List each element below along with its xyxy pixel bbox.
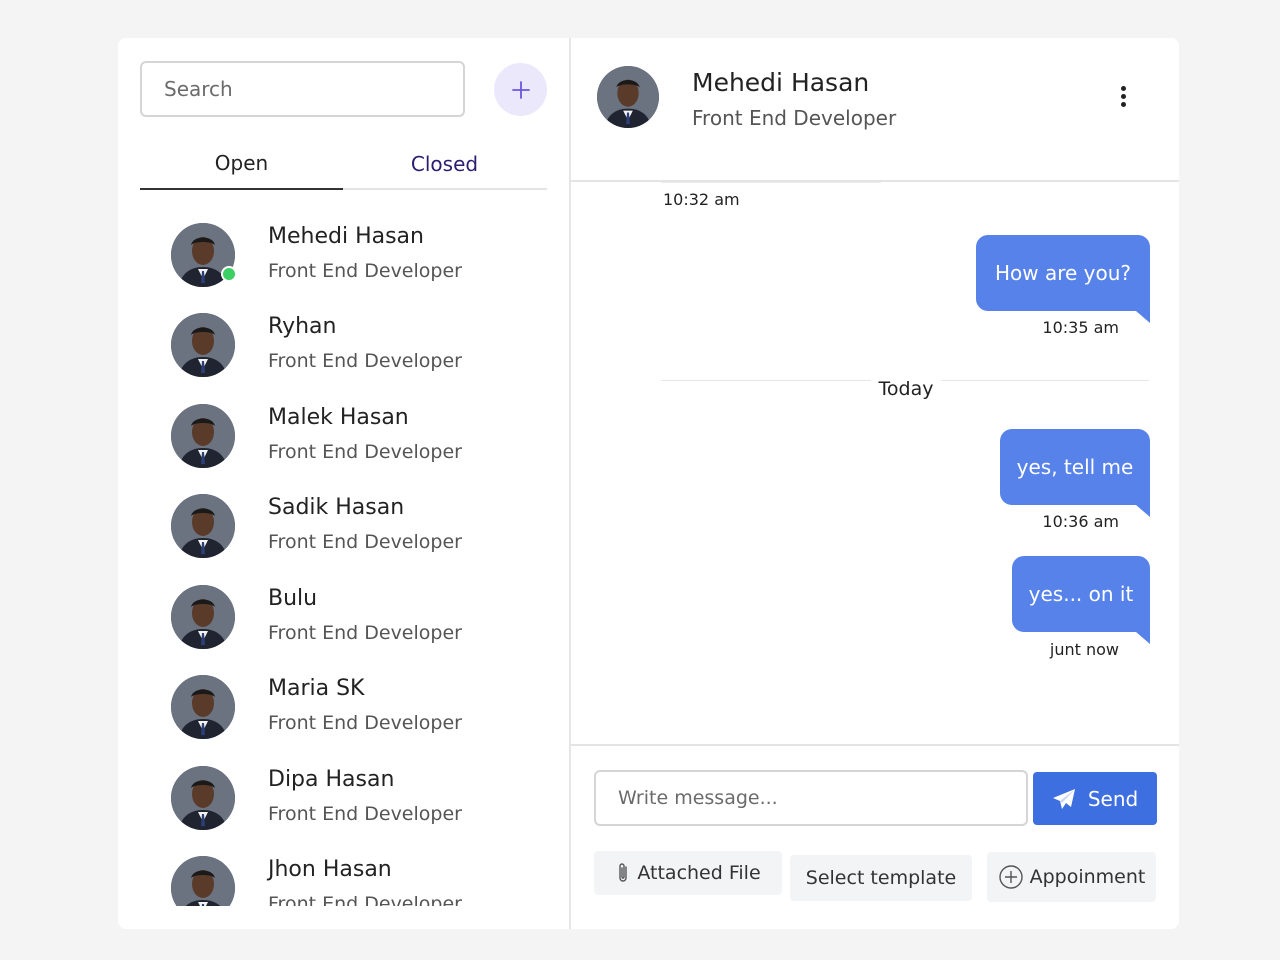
contact-name: Maria SK (268, 676, 365, 701)
message-time: junt now (1049, 640, 1119, 659)
more-options-button[interactable] (1109, 78, 1137, 114)
contact-item-dipa-hasan[interactable]: Dipa Hasan Front End Developer (118, 753, 569, 833)
message-bubble-outgoing: yes... on it (1012, 556, 1150, 644)
message-list: 10:32 am How are you? 10:35 am Today yes… (571, 182, 1179, 744)
sidebar: Open Closed Mehedi Hasan Front End Devel… (118, 38, 571, 929)
plus-icon (511, 80, 530, 99)
online-status-dot (221, 266, 237, 282)
send-label: Send (1087, 786, 1139, 811)
contact-role: Front End Developer (268, 622, 462, 644)
conversation-tabs: Open Closed (140, 138, 547, 190)
avatar (597, 66, 659, 128)
contact-name: Mehedi Hasan (268, 224, 424, 249)
contact-name: Bulu (268, 586, 318, 611)
more-vertical-icon (1120, 85, 1126, 91)
send-icon (1052, 788, 1075, 809)
contact-role: Front End Developer (268, 803, 462, 825)
avatar (171, 856, 235, 906)
message-composer: Send Attached File Select template Appoi… (571, 744, 1179, 929)
contact-role: Front End Developer (268, 441, 462, 463)
send-button[interactable]: Send (1033, 772, 1157, 825)
appointment-button[interactable]: Appoinment (987, 852, 1156, 902)
paperclip-icon (619, 863, 628, 882)
tab-closed[interactable]: Closed (343, 138, 546, 190)
contact-item-ryhan[interactable]: Ryhan Front End Developer (118, 300, 569, 380)
add-conversation-button[interactable] (494, 63, 547, 116)
contact-item-jhon-hasan[interactable]: Jhon Hasan Front End Developer (118, 843, 569, 906)
chat-contact-name: Mehedi Hasan (692, 68, 870, 97)
chat-panel: Mehedi Hasan Front End Developer 10:32 a… (571, 38, 1179, 929)
plus-circle-icon (998, 865, 1023, 889)
chat-contact-role: Front End Developer (692, 106, 897, 130)
contact-role: Front End Developer (268, 260, 462, 282)
contact-name: Dipa Hasan (268, 767, 395, 792)
message-bubble-outgoing: How are you? (976, 235, 1150, 323)
contact-item-bulu[interactable]: Bulu Front End Developer (118, 572, 569, 652)
contact-role: Front End Developer (268, 350, 462, 372)
message-time: 10:35 am (1042, 318, 1119, 337)
attach-file-button[interactable]: Attached File (594, 851, 782, 895)
select-template-button[interactable]: Select template (790, 855, 972, 901)
tab-open[interactable]: Open (140, 138, 343, 190)
avatar (171, 404, 235, 468)
avatar (171, 766, 235, 830)
contact-list: Mehedi Hasan Front End Developer Ryhan F… (118, 210, 569, 906)
appointment-label: Appoinment (1029, 866, 1146, 888)
divider (661, 182, 881, 183)
avatar (171, 494, 235, 558)
contact-role: Front End Developer (268, 712, 462, 734)
avatar (171, 675, 235, 739)
contact-item-maria-sk[interactable]: Maria SK Front End Developer (118, 662, 569, 742)
avatar (171, 585, 235, 649)
message-input[interactable] (594, 770, 1028, 826)
avatar (171, 313, 235, 377)
message-time: 10:36 am (1042, 512, 1119, 531)
contact-name: Ryhan (268, 314, 337, 339)
search-input[interactable] (140, 61, 465, 117)
message-time: 10:32 am (663, 190, 740, 209)
contact-name: Malek Hasan (268, 405, 409, 430)
date-divider-label: Today (571, 378, 1179, 400)
attach-file-label: Attached File (637, 862, 761, 884)
select-template-label: Select template (805, 867, 957, 889)
message-bubble-outgoing: yes, tell me (1000, 429, 1150, 517)
contact-name: Sadik Hasan (268, 495, 405, 520)
chat-header: Mehedi Hasan Front End Developer (571, 38, 1179, 182)
contact-role: Front End Developer (268, 531, 462, 553)
chat-app-card: Open Closed Mehedi Hasan Front End Devel… (118, 38, 1179, 929)
contact-name: Jhon Hasan (268, 857, 392, 882)
contact-item-mehedi-hasan[interactable]: Mehedi Hasan Front End Developer (118, 210, 569, 290)
contact-role: Front End Developer (268, 893, 462, 906)
contact-item-sadik-hasan[interactable]: Sadik Hasan Front End Developer (118, 481, 569, 561)
contact-item-malek-hasan[interactable]: Malek Hasan Front End Developer (118, 391, 569, 471)
